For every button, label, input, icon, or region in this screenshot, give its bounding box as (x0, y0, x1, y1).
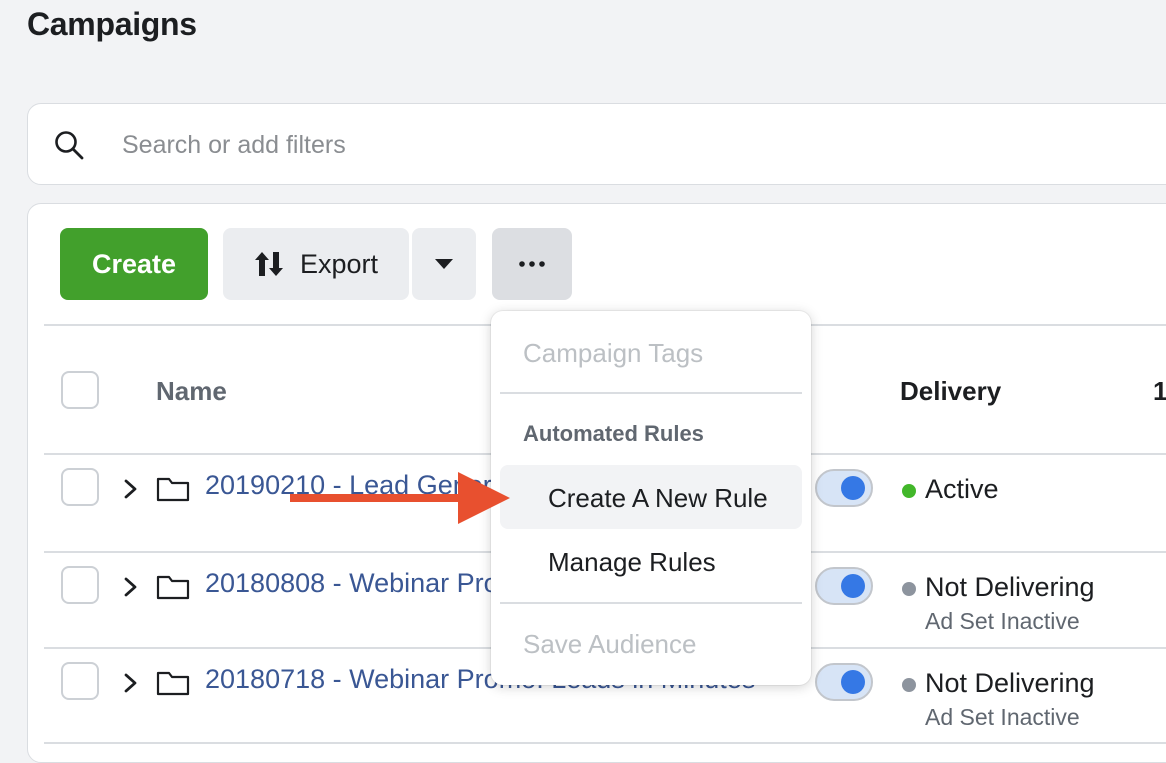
search-input[interactable] (120, 124, 1024, 166)
campaign-toggle[interactable] (815, 469, 873, 507)
caret-down-icon (435, 258, 453, 269)
menu-divider (500, 392, 802, 394)
more-options-button[interactable] (492, 228, 572, 300)
menu-item-save-audience[interactable]: Save Audience (523, 629, 696, 660)
folder-icon (156, 477, 190, 502)
delivery-status: Not Delivering (925, 572, 1095, 602)
delivery-status: Active (925, 474, 999, 504)
folder-icon (156, 671, 190, 696)
create-button[interactable]: Create (60, 228, 208, 300)
ellipsis-icon (519, 261, 545, 267)
row-checkbox[interactable] (61, 468, 99, 506)
column-header-extra[interactable]: 1 (1153, 376, 1166, 407)
campaign-name-link[interactable]: 20180808 - Webinar Pro (205, 568, 499, 599)
toggle-knob (841, 670, 865, 694)
search-icon (55, 131, 84, 160)
more-options-menu: Campaign Tags Automated Rules Create A N… (491, 311, 811, 685)
menu-item-create-rule[interactable]: Create A New Rule (548, 483, 768, 514)
chevron-right-icon[interactable] (120, 479, 140, 499)
column-header-delivery[interactable]: Delivery (900, 376, 1001, 407)
delivery-substatus: Ad Set Inactive (925, 608, 1080, 634)
row-checkbox[interactable] (61, 662, 99, 700)
annotation-arrow-icon (290, 472, 510, 524)
export-button[interactable]: Export (223, 228, 409, 300)
status-dot (902, 678, 916, 692)
menu-section-automated-rules: Automated Rules (523, 421, 704, 446)
select-all-checkbox[interactable] (61, 371, 99, 409)
menu-item-campaign-tags[interactable]: Campaign Tags (523, 338, 703, 369)
column-header-name[interactable]: Name (156, 376, 227, 407)
export-label: Export (299, 248, 379, 279)
row-checkbox[interactable] (61, 566, 99, 604)
search-bar[interactable] (27, 103, 1166, 185)
page-title: Campaigns (27, 6, 197, 42)
status-dot (902, 484, 916, 498)
chevron-right-icon[interactable] (120, 577, 140, 597)
status-dot (902, 582, 916, 596)
delivery-status: Not Delivering (925, 668, 1095, 698)
delivery-substatus: Ad Set Inactive (925, 704, 1080, 730)
campaign-toggle[interactable] (815, 567, 873, 605)
export-dropdown-button[interactable] (412, 228, 476, 300)
toggle-knob (841, 476, 865, 500)
chevron-right-icon[interactable] (120, 673, 140, 693)
import-export-icon (254, 252, 283, 276)
menu-item-manage-rules[interactable]: Manage Rules (548, 547, 716, 578)
campaign-toggle[interactable] (815, 663, 873, 701)
folder-icon (156, 575, 190, 600)
toggle-knob (841, 574, 865, 598)
menu-divider (500, 602, 802, 604)
